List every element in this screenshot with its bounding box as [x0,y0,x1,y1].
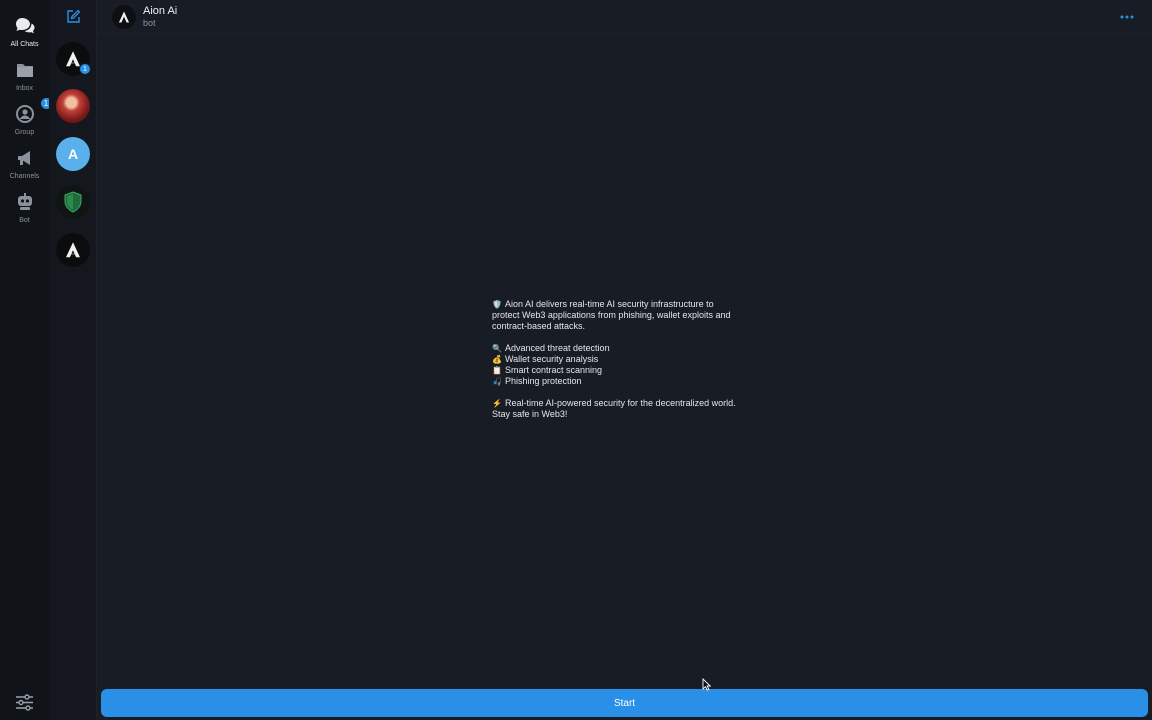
footer-line: Stay safe in Web3! [492,409,568,419]
initial-avatar: A [56,137,90,171]
folder-label: Bot [19,217,30,224]
megaphone-icon [14,147,36,169]
folder-channels[interactable]: Channels [0,145,49,189]
intro-line: protect Web3 applications from phishing,… [492,310,731,320]
sliders-icon[interactable] [14,693,35,712]
chat-avatar-red-character[interactable] [56,89,90,123]
feature-item: 🔍 Advanced threat detection [492,343,792,354]
feature-item: 🎣 Phishing protection [492,376,792,387]
folder-bot[interactable]: Bot [0,189,49,233]
feature-text: Phishing protection [505,376,582,386]
chat-avatar-aion-2[interactable] [56,233,90,267]
folder-all-chats[interactable]: All Chats [0,13,49,57]
folder-label: Inbox [15,85,34,92]
folder-rail: All Chats Inbox 1 Group Channels Bot [0,0,53,720]
bot-description: 🛡️ Aion AI delivers real-time AI security… [492,299,792,431]
mouse-cursor-icon [702,677,712,691]
chat-subtitle: bot [143,18,156,28]
chat-list: 1 A [49,0,97,720]
folder-group[interactable]: 1 Group [0,97,53,145]
aion-logo-icon[interactable] [112,5,136,29]
intro-line: Aion AI delivers real-time AI security i… [505,299,714,309]
bolt-emoji: ⚡ [492,399,502,408]
feature-item: 📋 Smart contract scanning [492,365,792,376]
group-icon: 1 [14,97,53,125]
magnifier-emoji: 🔍 [492,344,502,353]
folder-label: Group [14,129,35,136]
more-dots-icon[interactable] [1119,9,1135,25]
folder-inbox[interactable]: Inbox [0,57,49,101]
compose-icon[interactable] [66,9,81,24]
folder-label: All Chats [10,41,39,48]
chat-avatar-letter-a[interactable]: A [56,137,90,171]
profile-photo [56,89,90,123]
feature-text: Advanced threat detection [505,343,610,353]
chat-avatar-shield[interactable] [56,185,90,219]
fishing-emoji: 🎣 [492,377,502,386]
aion-logo-icon [56,233,90,267]
feature-item: 💰 Wallet security analysis [492,354,792,365]
folder-label: Channels [9,173,40,180]
folder-icon [14,59,36,81]
shield-icon [56,185,90,219]
unread-badge: 1 [79,63,91,75]
chat-header: Aion Ai bot [98,0,1152,34]
feature-text: Wallet security analysis [505,354,599,364]
feature-text: Smart contract scanning [505,365,603,375]
money-bag-emoji: 💰 [492,355,502,364]
chat-title[interactable]: Aion Ai [143,5,177,17]
start-button[interactable]: Start [101,689,1148,717]
chat-avatar-aion[interactable]: 1 [56,42,91,76]
avatar-initial: A [67,146,79,162]
footer-line: Real-time AI-powered security for the de… [505,398,736,408]
shield-emoji: 🛡️ [492,300,502,309]
chat-bubbles-icon [14,15,36,37]
intro-line: contract-based attacks. [492,321,586,331]
clipboard-emoji: 📋 [492,366,502,375]
robot-icon [14,191,36,213]
